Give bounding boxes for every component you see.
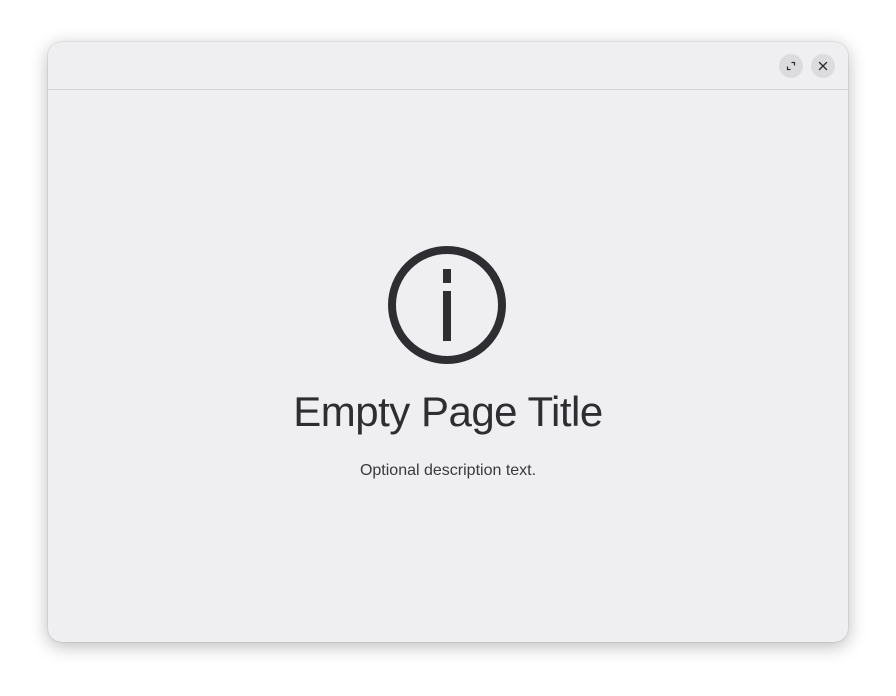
- info-icon: [388, 246, 506, 364]
- status-page: Empty Page Title Optional description te…: [48, 90, 848, 642]
- page-title: Empty Page Title: [293, 388, 603, 435]
- close-button[interactable]: [811, 54, 835, 78]
- page-description: Optional description text.: [359, 462, 537, 479]
- maximize-button[interactable]: [779, 54, 803, 78]
- app-window: Empty Page Title Optional description te…: [48, 42, 848, 642]
- maximize-icon: [786, 61, 796, 71]
- close-icon: [818, 61, 828, 71]
- header-bar: [48, 42, 848, 90]
